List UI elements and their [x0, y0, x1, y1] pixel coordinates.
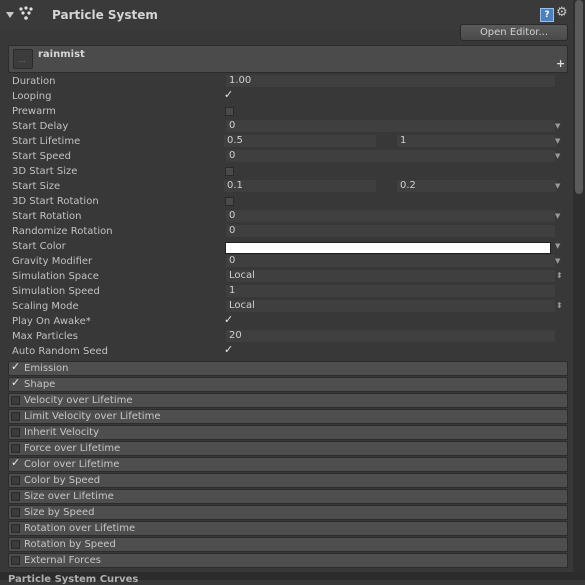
module-label: Color by Speed — [24, 475, 101, 486]
start-lifetime-min-field[interactable]: 0.5 — [224, 135, 376, 147]
label-start-speed: Start Speed — [12, 151, 71, 162]
module-label: Limit Velocity over Lifetime — [24, 411, 161, 422]
play-on-awake-checkbox[interactable]: ✓ — [224, 313, 233, 326]
module-label: Velocity over Lifetime — [24, 395, 133, 406]
component-title: Particle System — [52, 8, 158, 22]
label-simulation-speed: Simulation Speed — [12, 286, 100, 297]
module-label: External Forces — [24, 555, 101, 566]
fold-arrow-icon[interactable] — [6, 12, 14, 18]
prewarm-checkbox[interactable] — [225, 107, 234, 116]
label-auto-random-seed: Auto Random Seed — [12, 346, 108, 357]
module-label: Size by Speed — [24, 507, 95, 518]
label-scaling-mode: Scaling Mode — [12, 301, 79, 312]
module-enabled-checkbox[interactable] — [11, 444, 20, 453]
simulation-speed-field[interactable]: 1 — [226, 285, 555, 297]
main-module-header[interactable] — [8, 45, 568, 73]
module-label: Inherit Velocity — [24, 427, 99, 438]
chevron-down-icon[interactable]: ▼ — [555, 152, 560, 160]
auto-random-seed-checkbox[interactable]: ✓ — [224, 343, 233, 356]
help-icon[interactable]: ? — [540, 8, 554, 22]
module-enabled-checkbox[interactable]: ✓ — [11, 376, 20, 389]
chevron-down-icon[interactable]: ▼ — [555, 182, 560, 190]
chevron-down-icon[interactable]: ▼ — [555, 257, 560, 265]
open-editor-button[interactable]: Open Editor... — [460, 24, 568, 41]
module-enabled-checkbox[interactable] — [11, 556, 20, 565]
module-enabled-checkbox[interactable] — [11, 540, 20, 549]
label-3d-start-size: 3D Start Size — [12, 166, 78, 177]
label-play-on-awake: Play On Awake* — [12, 316, 91, 327]
module-preview-thumbnail — [13, 49, 33, 69]
simulation-space-dropdown[interactable]: Local — [226, 270, 555, 282]
gravity-modifier-field[interactable]: 0 — [226, 255, 555, 267]
scaling-mode-dropdown[interactable]: Local — [226, 300, 555, 312]
duration-field[interactable]: 1.00 — [226, 75, 555, 87]
gear-icon[interactable]: ⚙ — [556, 5, 568, 20]
module-enabled-checkbox[interactable] — [11, 508, 20, 517]
module-enabled-checkbox[interactable]: ✓ — [11, 456, 20, 469]
start-size-max-field[interactable]: 0.2 — [397, 180, 556, 192]
module-row[interactable] — [8, 361, 568, 376]
module-enabled-checkbox[interactable] — [11, 396, 20, 405]
start-delay-field[interactable]: 0 — [226, 120, 555, 132]
module-label: Emission — [24, 363, 69, 374]
chevron-down-icon[interactable]: ▼ — [555, 137, 560, 145]
module-enabled-checkbox[interactable]: ✓ — [11, 360, 20, 373]
updown-arrow-icon: ⬍ — [556, 271, 563, 280]
3d-start-size-checkbox[interactable] — [225, 167, 234, 176]
module-row[interactable] — [8, 377, 568, 392]
label-start-delay: Start Delay — [12, 121, 69, 132]
chevron-down-icon[interactable]: ▼ — [555, 122, 560, 130]
randomize-rotation-field[interactable]: 0 — [226, 225, 555, 237]
start-size-min-field[interactable]: 0.1 — [224, 180, 376, 192]
module-label: Color over Lifetime — [24, 459, 120, 470]
module-label: Rotation over Lifetime — [24, 523, 136, 534]
label-start-size: Start Size — [12, 181, 61, 192]
label-looping: Looping — [12, 91, 52, 102]
particle-system-icon — [19, 6, 33, 20]
label-randomize-rotation: Randomize Rotation — [12, 226, 113, 237]
start-rotation-field[interactable]: 0 — [226, 210, 555, 222]
scrollbar-thumb[interactable] — [575, 0, 583, 194]
module-name: rainmist — [38, 49, 85, 60]
add-module-button[interactable]: + — [556, 57, 565, 70]
module-label: Shape — [24, 379, 56, 390]
module-label: Size over Lifetime — [24, 491, 114, 502]
label-gravity-modifier: Gravity Modifier — [12, 256, 93, 267]
max-particles-field[interactable]: 20 — [226, 330, 555, 342]
updown-arrow-icon: ⬍ — [556, 301, 563, 310]
looping-checkbox[interactable]: ✓ — [224, 88, 233, 101]
start-lifetime-max-field[interactable]: 1 — [397, 135, 556, 147]
label-prewarm: Prewarm — [12, 106, 56, 117]
start-speed-field[interactable]: 0 — [226, 150, 555, 162]
label-start-rotation: Start Rotation — [12, 211, 82, 222]
module-enabled-checkbox[interactable] — [11, 476, 20, 485]
label-simulation-space: Simulation Space — [12, 271, 99, 282]
label-max-particles: Max Particles — [12, 331, 79, 342]
module-enabled-checkbox[interactable] — [11, 428, 20, 437]
module-enabled-checkbox[interactable] — [11, 492, 20, 501]
start-color-swatch[interactable] — [225, 242, 551, 254]
chevron-down-icon[interactable]: ▼ — [555, 212, 560, 220]
module-enabled-checkbox[interactable] — [11, 412, 20, 421]
label-duration: Duration — [12, 76, 56, 87]
label-start-lifetime: Start Lifetime — [12, 136, 81, 147]
label-3d-start-rotation: 3D Start Rotation — [12, 196, 99, 207]
chevron-down-icon[interactable]: ▼ — [555, 242, 560, 250]
module-label: Rotation by Speed — [24, 539, 116, 550]
module-label: Force over Lifetime — [24, 443, 121, 454]
label-start-color: Start Color — [12, 241, 66, 252]
module-enabled-checkbox[interactable] — [11, 524, 20, 533]
3d-start-rotation-checkbox[interactable] — [225, 197, 234, 206]
